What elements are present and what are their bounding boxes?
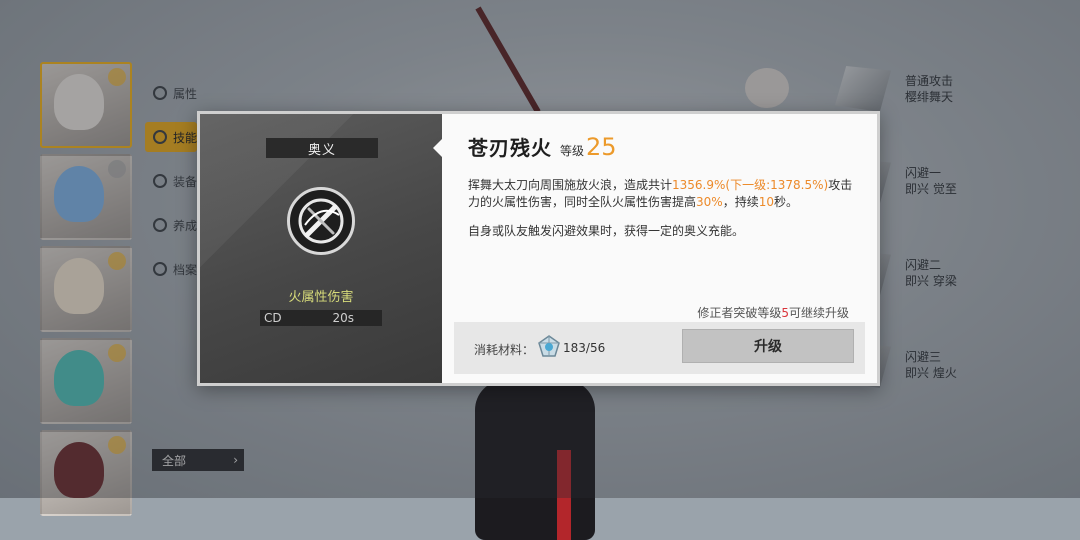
- skill-title: 苍刃残火 等级 25: [468, 132, 617, 161]
- skill-description: 挥舞大太刀向周围施放火浪，造成共计1356.9%(下一级:1378.5%)攻击力…: [468, 177, 858, 252]
- skill-level: 25: [586, 133, 617, 161]
- skill-name: 苍刃残火: [468, 136, 552, 160]
- cost-label: 消耗材料：: [474, 343, 535, 357]
- description-paragraph: 自身或队友触发闪避效果时，获得一定的奥义充能。: [468, 224, 745, 238]
- element-damage-label: 火属性伤害: [288, 290, 354, 305]
- crossed-blades-icon: [287, 187, 355, 255]
- description-paragraph: 挥舞大太刀向周围施放火浪，造成共计1356.9%(下一级:1378.5%)攻击力…: [468, 178, 853, 209]
- skill-type-label: 奥义: [266, 138, 378, 158]
- upgrade-requirement-hint: 修正者突破等级5可继续升级: [697, 306, 849, 320]
- skill-detail-dialog: 奥义 火属性伤害 CD 20s 苍刃残火 等级 25 挥舞大太刀向周围施放火浪，…: [197, 111, 880, 386]
- level-label: 等级: [560, 144, 585, 158]
- crystal-material-icon: [536, 334, 562, 360]
- cooldown-value: 20s: [332, 311, 354, 325]
- cost-count: 183/56: [563, 341, 606, 355]
- upgrade-button[interactable]: 升级: [682, 329, 854, 363]
- skill-detail-panel: 苍刃残火 等级 25 挥舞大太刀向周围施放火浪，造成共计1356.9%(下一级:…: [442, 114, 877, 383]
- cooldown-bar: CD 20s: [260, 310, 382, 326]
- cooldown-label: CD: [264, 311, 282, 325]
- skill-summary-panel: 奥义 火属性伤害 CD 20s: [200, 114, 442, 383]
- cost-bar: 消耗材料： 183/56 升级: [454, 322, 865, 374]
